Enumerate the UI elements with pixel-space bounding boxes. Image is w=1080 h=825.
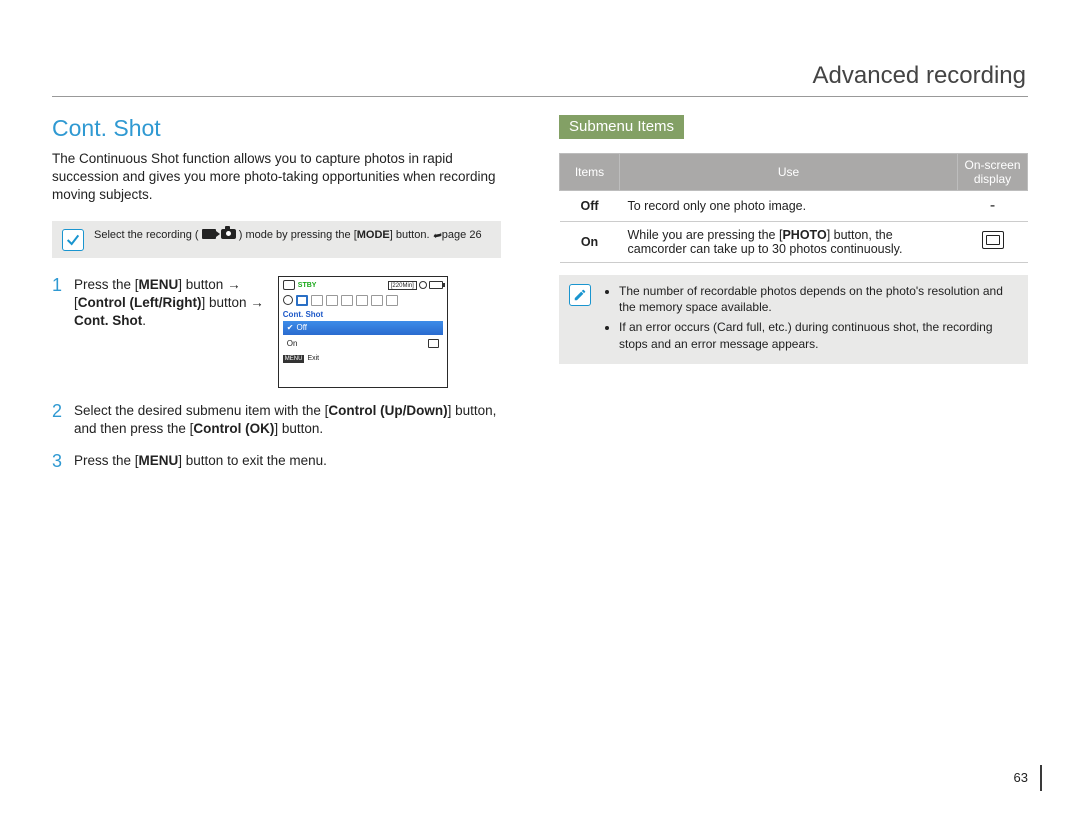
- disc-icon: [419, 281, 427, 289]
- lcd-icon-strip: [283, 294, 443, 307]
- page-number: 63: [1014, 770, 1028, 785]
- sd-card-icon: [283, 280, 295, 290]
- cell-disp-off: -: [958, 191, 1028, 222]
- th-onscreen: On-screen display: [958, 154, 1028, 191]
- cont-shot-display-icon: [982, 231, 1004, 249]
- step-number-3: 3: [52, 452, 74, 472]
- steps-list: 1 Press the [MENU] button → [Control (Le…: [52, 276, 521, 472]
- page-ref-arrow-icon: ➥: [431, 228, 443, 244]
- right-note-list: The number of recordable photos depends …: [601, 283, 1018, 352]
- cell-disp-on: [958, 222, 1028, 263]
- page-header-title: Advanced recording: [52, 62, 1028, 96]
- mode-note-box: Select the recording ( ) mode by pressin…: [52, 221, 501, 258]
- step-3-text: Press the [MENU] button to exit the menu…: [74, 452, 521, 470]
- battery-icon: [429, 281, 443, 289]
- lcd-time-remaining: [220Min]: [388, 281, 417, 290]
- lcd-exit-row: MENU Exit: [283, 355, 443, 363]
- camera-lcd-mock: STBY [220Min] Con: [278, 276, 448, 388]
- right-note-box: The number of recordable photos depends …: [559, 275, 1028, 364]
- step-2-text: Select the desired submenu item with the…: [74, 402, 521, 438]
- step-number-2: 2: [52, 402, 74, 422]
- section-title: Cont. Shot: [52, 115, 521, 142]
- th-use: Use: [620, 154, 958, 191]
- pencil-note-icon: [569, 284, 591, 306]
- cell-use-on: While you are pressing the [PHOTO] butto…: [620, 222, 958, 263]
- cell-item-on: On: [560, 222, 620, 263]
- intro-paragraph: The Continuous Shot function allows you …: [52, 150, 521, 205]
- video-icon: [202, 229, 216, 239]
- checkmark-icon: ✔: [287, 323, 294, 332]
- list-item: The number of recordable photos depends …: [619, 283, 1018, 315]
- menu-button-icon: MENU: [283, 355, 305, 363]
- th-items: Items: [560, 154, 620, 191]
- lcd-option-on: On: [283, 337, 443, 351]
- cell-item-off: Off: [560, 191, 620, 222]
- cont-shot-icon: [428, 339, 439, 348]
- step-1-text: Press the [MENU] button → [Control (Left…: [74, 276, 264, 331]
- header-divider: [52, 96, 1028, 97]
- step-number-1: 1: [52, 276, 74, 296]
- lcd-stby-label: STBY: [298, 282, 317, 289]
- camera-icon: [221, 229, 236, 239]
- submenu-items-table: Items Use On-screen display Off To recor…: [559, 153, 1028, 263]
- list-item: If an error occurs (Card full, etc.) dur…: [619, 319, 1018, 351]
- table-row: Off To record only one photo image. -: [560, 191, 1028, 222]
- lcd-option-off: ✔ Off: [283, 321, 443, 335]
- cell-use-off: To record only one photo image.: [620, 191, 958, 222]
- table-row: On While you are pressing the [PHOTO] bu…: [560, 222, 1028, 263]
- submenu-items-header: Submenu Items: [559, 115, 684, 139]
- magnifier-icon: [283, 295, 293, 305]
- check-icon: [62, 229, 84, 251]
- lcd-menu-title: Cont. Shot: [283, 310, 443, 319]
- mode-note-text: Select the recording ( ) mode by pressin…: [94, 228, 491, 243]
